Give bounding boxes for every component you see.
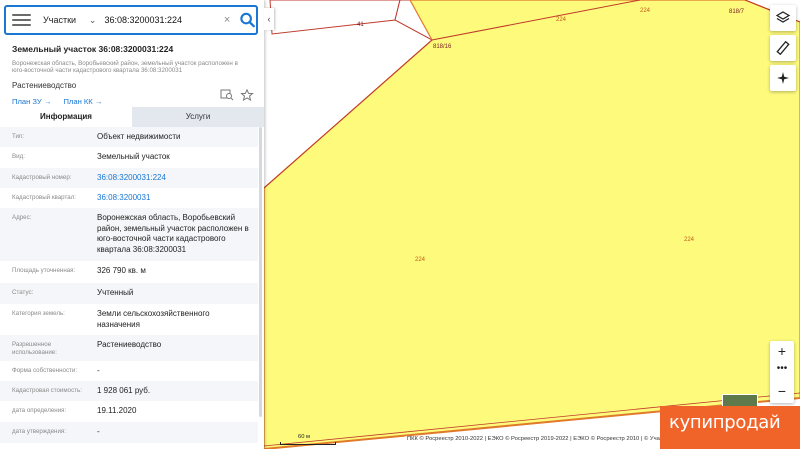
info-value: Земельный участок (97, 152, 170, 161)
locate-button[interactable] (770, 65, 796, 91)
star-icon[interactable] (240, 88, 254, 102)
parcel-label: 224 (415, 257, 426, 263)
info-value: Учтенный (97, 288, 134, 297)
info-label: Вид: (12, 153, 25, 160)
info-row-date-approved: дата утверждения: - (0, 422, 258, 443)
parcel-label: 41 (357, 22, 364, 28)
scale-bar: 60 м (280, 434, 336, 445)
info-value: - (97, 366, 100, 375)
info-row-land-category: Категория земель: Земли сельскохозяйстве… (0, 304, 258, 335)
info-value: Растениеводство (97, 340, 162, 349)
info-value: 1 928 061 руб. (97, 386, 151, 395)
info-label: Категория земель: (12, 310, 65, 317)
menu-icon[interactable] (12, 14, 32, 26)
zoom-controls: + ••• − (770, 341, 794, 403)
tab-bar: Информация Услуги (0, 107, 264, 127)
cadastral-number-link[interactable]: 36:08:3200031:224 (97, 168, 252, 188)
info-value: Объект недвижимости (97, 132, 181, 141)
parcel-label: 818/7 (729, 9, 745, 15)
info-label: Кадастровый номер: (12, 174, 72, 181)
info-panel: Участки ⌄ × Земельный участок 36:08:3200… (0, 0, 264, 449)
info-label: Тип: (12, 133, 25, 140)
info-value: 19.11.2020 (97, 406, 137, 415)
info-table: Тип: Объект недвижимости Вид: Земельный … (0, 127, 258, 443)
ruler-icon (776, 41, 790, 55)
layers-button[interactable] (770, 5, 796, 31)
search-icon[interactable] (239, 11, 256, 29)
info-label: Площадь уточненная: (12, 267, 76, 274)
info-row-cadastral-number: Кадастровый номер: 36:08:3200031:224 (0, 168, 258, 188)
info-row-area: Площадь уточненная: 326 790 кв. м (0, 261, 258, 283)
parcel-label: 224 (556, 17, 567, 23)
layers-icon (776, 11, 790, 23)
parcel-address: Воронежская область, Воробьевский район,… (12, 60, 238, 75)
map-search-icon[interactable] (220, 88, 234, 101)
info-label: Форма собственности: (12, 367, 78, 374)
info-row-date-determined: дата определения: 19.11.2020 (0, 401, 258, 422)
watermark: купипродай (660, 406, 800, 449)
parcel-header: Земельный участок 36:08:3200031:224 Воро… (0, 40, 264, 106)
info-value: - (97, 427, 100, 436)
scrollbar[interactable] (259, 127, 262, 417)
watermark-text: купипродай (669, 412, 781, 433)
neighbour-parcel (269, 0, 401, 35)
info-value: Земли сельскохозяйственного назначения (97, 309, 210, 329)
zoom-in-button[interactable]: + (770, 341, 794, 361)
info-label: Кадастровый квартал: (12, 194, 77, 201)
tab-information[interactable]: Информация (0, 107, 132, 127)
info-label: Разрешенное использование: (12, 341, 57, 356)
scale-label: 60 м (298, 434, 311, 440)
plan-kk-link[interactable]: План КК → (63, 97, 102, 106)
info-value: 326 790 кв. м (97, 266, 146, 275)
info-row-permitted-use: Разрешенное использование: Растениеводст… (0, 335, 258, 361)
parcel-label: 224 (684, 237, 695, 243)
info-label: дата определения: (12, 407, 67, 414)
info-label: Кадастровая стоимость: (12, 387, 82, 394)
info-row-cadastral-quarter: Кадастровый квартал: 36:08:3200031 (0, 188, 258, 208)
info-row-cadastral-value: Кадастровая стоимость: 1 928 061 руб. (0, 381, 258, 401)
page-title: Земельный участок 36:08:3200031:224 (12, 44, 174, 54)
plan-zu-link[interactable]: План ЗУ → (12, 97, 51, 106)
search-bar: Участки ⌄ × (4, 5, 258, 35)
selected-parcel[interactable] (263, 0, 800, 449)
measure-button[interactable] (770, 35, 796, 61)
close-icon[interactable]: × (221, 14, 232, 26)
crosshair-icon (777, 72, 789, 84)
parcel-label: 224 (640, 8, 651, 14)
info-row-ownership: Форма собственности: - (0, 361, 258, 381)
parcel-label: 818/16 (433, 44, 452, 50)
more-icon[interactable]: ••• (770, 361, 794, 381)
info-row-address: Адрес: Воронежская область, Воробьевский… (0, 208, 258, 261)
collapse-panel-button[interactable]: ‹ (264, 8, 274, 30)
zoom-out-button[interactable]: − (770, 381, 794, 401)
info-row-kind: Вид: Земельный участок (0, 147, 258, 168)
info-value: Воронежская область, Воробьевский район,… (97, 213, 249, 254)
info-label: Статус: (12, 289, 34, 296)
cadastral-quarter-link[interactable]: 36:08:3200031 (97, 188, 252, 208)
info-row-status: Статус: Учтенный (0, 283, 258, 304)
tab-services[interactable]: Услуги (132, 107, 264, 127)
search-input[interactable] (104, 15, 222, 25)
chevron-down-icon[interactable]: ⌄ (89, 15, 99, 26)
search-type-select[interactable]: Участки (43, 15, 85, 25)
info-row-type: Тип: Объект недвижимости (0, 127, 258, 147)
info-label: дата утверждения: (12, 428, 67, 435)
info-label: Адрес: (12, 214, 32, 221)
